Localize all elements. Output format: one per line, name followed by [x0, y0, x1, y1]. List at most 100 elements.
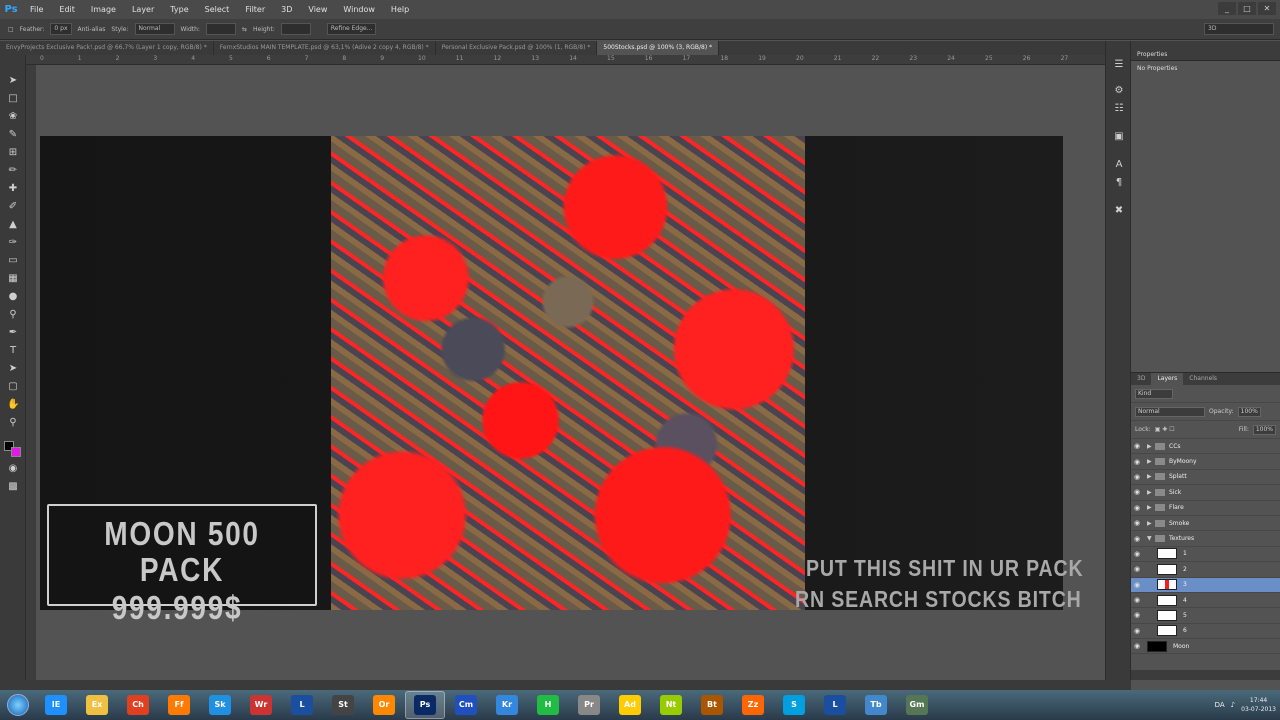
shape-tool-icon[interactable]: ▢: [7, 381, 19, 393]
height-input[interactable]: [280, 23, 311, 35]
layer-row[interactable]: ◉ 3: [1131, 577, 1280, 593]
layer-row[interactable]: ◉ ▶ ByMoony: [1131, 454, 1280, 470]
move-tool-icon[interactable]: ➤: [7, 75, 19, 87]
taskbar-app-icon[interactable]: Zz: [733, 691, 773, 719]
visibility-eye-icon[interactable]: ◉: [1131, 627, 1143, 635]
menu-view[interactable]: View: [300, 5, 335, 14]
opacity-input[interactable]: 100%: [1237, 406, 1261, 417]
menu-select[interactable]: Select: [197, 5, 238, 14]
close-button[interactable]: ✕: [1258, 2, 1276, 15]
layer-row[interactable]: ◉ 5: [1131, 608, 1280, 624]
doc-tab-active[interactable]: 500Stocks.psd @ 100% (3, RGB/8) *: [597, 41, 720, 55]
maximize-button[interactable]: □: [1238, 2, 1256, 15]
layer-row[interactable]: ◉ 4: [1131, 593, 1280, 609]
expand-arrow-icon[interactable]: ▶: [1147, 504, 1155, 511]
visibility-eye-icon[interactable]: ◉: [1131, 642, 1143, 650]
menu-file[interactable]: File: [22, 5, 51, 14]
eraser-tool-icon[interactable]: ▭: [7, 255, 19, 267]
brush-tool-icon[interactable]: ✐: [7, 201, 19, 213]
type-tool-icon[interactable]: T: [7, 345, 19, 357]
expand-arrow-icon[interactable]: ▶: [1147, 520, 1155, 527]
taskbar-app-icon[interactable]: Ex: [77, 691, 117, 719]
zoom-tool-icon[interactable]: ⚲: [7, 417, 19, 429]
background-color-swatch[interactable]: [11, 447, 21, 457]
layer-row[interactable]: ◉ 6: [1131, 624, 1280, 640]
menu-filter[interactable]: Filter: [237, 5, 273, 14]
menu-image[interactable]: Image: [83, 5, 124, 14]
taskbar-app-icon[interactable]: IE: [36, 691, 76, 719]
marquee-tool-icon[interactable]: □: [8, 26, 14, 33]
visibility-eye-icon[interactable]: ◉: [1131, 488, 1143, 496]
tab-layers[interactable]: Layers: [1151, 373, 1184, 385]
expand-arrow-icon[interactable]: ▶: [1147, 489, 1155, 496]
layer-row[interactable]: ◉ ▶ Flare: [1131, 501, 1280, 516]
layer-row[interactable]: ◉ ▶ Splatt: [1131, 470, 1280, 486]
taskbar-app-icon[interactable]: H: [528, 691, 568, 719]
tools-preset-icon[interactable]: ✖: [1113, 205, 1125, 217]
dodge-tool-icon[interactable]: ⚲: [7, 309, 19, 321]
taskbar-app-icon[interactable]: St: [323, 691, 363, 719]
doc-tab[interactable]: Personal Exclusive Pack.psd @ 100% (1, R…: [435, 41, 598, 55]
quick-select-icon[interactable]: ✎: [7, 129, 19, 141]
path-select-icon[interactable]: ➤: [7, 363, 19, 375]
antialias-checkbox[interactable]: Anti-alias: [78, 26, 106, 33]
visibility-eye-icon[interactable]: ◉: [1131, 442, 1143, 450]
menu-layer[interactable]: Layer: [124, 5, 162, 14]
taskbar-app-icon[interactable]: L: [815, 691, 855, 719]
gradient-tool-icon[interactable]: ▦: [7, 273, 19, 285]
taskbar-app-icon[interactable]: Or: [364, 691, 404, 719]
taskbar-app-icon[interactable]: Ch: [118, 691, 158, 719]
healing-brush-icon[interactable]: ✚: [7, 183, 19, 195]
kind-filter-select[interactable]: Kind: [1135, 388, 1173, 399]
marquee-tool-icon[interactable]: □: [7, 93, 19, 105]
properties-tab[interactable]: Properties: [1131, 41, 1280, 61]
character-icon[interactable]: A: [1113, 159, 1125, 171]
tab-channels[interactable]: Channels: [1183, 373, 1223, 385]
start-button[interactable]: [0, 690, 36, 720]
taskbar-app-icon[interactable]: Gm: [897, 691, 937, 719]
menu-3d[interactable]: 3D: [273, 5, 300, 14]
minimize-button[interactable]: _: [1218, 2, 1236, 15]
taskbar-app-icon[interactable]: Pr: [569, 691, 609, 719]
taskbar-app-icon[interactable]: Sk: [200, 691, 240, 719]
visibility-eye-icon[interactable]: ◉: [1131, 596, 1143, 604]
hand-tool-icon[interactable]: ✋: [7, 399, 19, 411]
blur-tool-icon[interactable]: ●: [7, 291, 19, 303]
properties-icon[interactable]: ☷: [1113, 103, 1125, 115]
blend-mode-select[interactable]: Normal: [1135, 406, 1205, 417]
visibility-eye-icon[interactable]: ◉: [1131, 581, 1143, 589]
expand-arrow-icon[interactable]: ▼: [1147, 535, 1155, 542]
refine-edge-button[interactable]: Refine Edge...: [326, 23, 377, 35]
quick-mask-icon[interactable]: ◉: [7, 463, 19, 475]
feather-input[interactable]: 0 px: [50, 23, 72, 35]
menu-help[interactable]: Help: [383, 5, 417, 14]
history-icon[interactable]: ☰: [1113, 59, 1125, 71]
crop-tool-icon[interactable]: ⊞: [7, 147, 19, 159]
visibility-eye-icon[interactable]: ◉: [1131, 611, 1143, 619]
taskbar-app-icon[interactable]: Ff: [159, 691, 199, 719]
taskbar-app-icon[interactable]: Cm: [446, 691, 486, 719]
expand-arrow-icon[interactable]: ▶: [1147, 458, 1155, 465]
layer-row[interactable]: ◉ ▼ Textures: [1131, 531, 1280, 547]
style-select[interactable]: Normal: [134, 23, 175, 35]
swap-icon[interactable]: ⇆: [242, 26, 247, 33]
visibility-eye-icon[interactable]: ◉: [1131, 535, 1143, 543]
visibility-eye-icon[interactable]: ◉: [1131, 550, 1143, 558]
screen-mode-icon[interactable]: ▩: [7, 481, 19, 493]
width-input[interactable]: [205, 23, 236, 35]
taskbar-app-icon[interactable]: S: [774, 691, 814, 719]
visibility-eye-icon[interactable]: ◉: [1131, 458, 1143, 466]
expand-arrow-icon[interactable]: ▶: [1147, 443, 1155, 450]
taskbar-app-icon[interactable]: Nt: [651, 691, 691, 719]
taskbar-app-icon[interactable]: Wr: [241, 691, 281, 719]
visibility-eye-icon[interactable]: ◉: [1131, 473, 1143, 481]
expand-arrow-icon[interactable]: ▶: [1147, 473, 1155, 480]
visibility-eye-icon[interactable]: ◉: [1131, 504, 1143, 512]
layer-row[interactable]: ◉ ▶ Smoke: [1131, 516, 1280, 532]
adjustments-icon[interactable]: ⚙: [1113, 85, 1125, 97]
taskbar-app-icon[interactable]: Tb: [856, 691, 896, 719]
stamp-tool-icon[interactable]: ▲: [7, 219, 19, 231]
history-brush-icon[interactable]: ✑: [7, 237, 19, 249]
menu-type[interactable]: Type: [162, 5, 196, 14]
eyedropper-icon[interactable]: ✏: [7, 165, 19, 177]
